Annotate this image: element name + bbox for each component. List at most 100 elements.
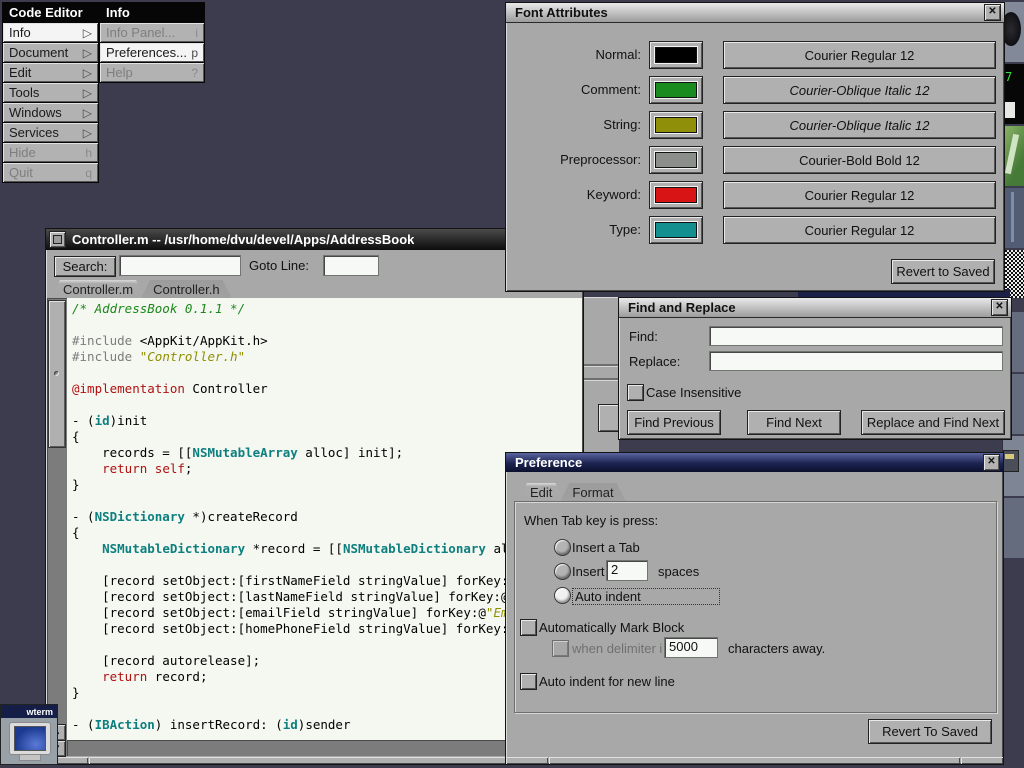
code-token-t: id xyxy=(95,413,110,428)
close-icon[interactable]: ✕ xyxy=(984,4,1001,21)
tab-controller-m[interactable]: Controller.m xyxy=(51,280,145,298)
resize-handle-left[interactable] xyxy=(506,757,548,764)
wterm-app-icon[interactable]: wterm xyxy=(0,704,58,765)
resize-handle-middle[interactable] xyxy=(549,757,960,764)
code-token-t: NSDictionary xyxy=(95,509,185,524)
code-token-n: [record setObject:[emailField stringValu… xyxy=(72,605,486,620)
color-swatch-button[interactable] xyxy=(649,76,703,104)
radio-auto-indent[interactable] xyxy=(554,587,571,604)
tab-edit[interactable]: Edit xyxy=(518,483,564,501)
font-select-button[interactable]: Courier-Oblique Italic 12 xyxy=(723,76,996,104)
menu-item-info[interactable]: Info▷ xyxy=(3,23,98,42)
dock-tile-machine[interactable] xyxy=(1002,436,1024,496)
resize-handle-right[interactable] xyxy=(961,757,1003,764)
code-token-k: return xyxy=(102,669,147,684)
spaces-count-input[interactable]: 2 xyxy=(606,560,648,581)
resize-handle-middle[interactable] xyxy=(89,757,540,764)
close-icon[interactable]: ✕ xyxy=(991,299,1008,316)
font-attr-label: String: xyxy=(516,117,641,132)
code-token-n: } xyxy=(72,477,80,492)
search-input[interactable] xyxy=(119,255,241,276)
goto-line-input[interactable] xyxy=(323,255,379,276)
font-select-button[interactable]: Courier-Bold Bold 12 xyxy=(723,146,996,174)
focus-ring: Auto indent xyxy=(572,588,720,605)
code-token-n xyxy=(72,669,102,684)
code-token-n: alloc] init]; xyxy=(298,445,403,460)
clock-digit: 7 xyxy=(1005,70,1012,84)
code-token-n: [record setObject:[lastNameField stringV… xyxy=(72,589,509,604)
font-select-button[interactable]: Courier Regular 12 xyxy=(723,216,996,244)
menu-item-quit[interactable]: Quitq xyxy=(3,163,98,182)
menu-item-services[interactable]: Services▷ xyxy=(3,123,98,142)
dock-tile-plain[interactable] xyxy=(1002,498,1024,558)
code-line: #include <AppKit/AppKit.h> xyxy=(72,333,582,349)
editor-tab-bar: Controller.mController.h xyxy=(51,280,228,298)
color-swatch-button[interactable] xyxy=(649,181,703,209)
menu-accelerator: p xyxy=(191,46,198,60)
case-insensitive-checkbox[interactable] xyxy=(627,384,644,401)
font-attributes-window: Font Attributes ✕ Normal:Courier Regular… xyxy=(505,2,1005,292)
auto-indent-newline-checkbox[interactable] xyxy=(520,673,537,690)
menu-item-label: Tools xyxy=(9,85,39,100)
editor-resize-bar[interactable] xyxy=(46,757,583,764)
dock-tile-streak[interactable] xyxy=(1002,188,1024,248)
color-swatch-button[interactable] xyxy=(649,111,703,139)
submenu-item-preferences[interactable]: Preferences...p xyxy=(100,43,204,62)
preference-titlebar[interactable]: Preference ✕ xyxy=(506,453,1003,472)
code-token-n: - ( xyxy=(72,509,95,524)
preference-tab-bar: EditFormat xyxy=(518,483,622,501)
replace-label: Replace: xyxy=(629,354,680,369)
code-token-s: "Controller.h" xyxy=(140,349,245,364)
font-select-button[interactable]: Courier-Oblique Italic 12 xyxy=(723,111,996,139)
vertical-scrollbar[interactable]: ▲ ▼ xyxy=(47,298,67,756)
scrollbar-thumb[interactable] xyxy=(48,300,66,448)
color-swatch-button[interactable] xyxy=(649,146,703,174)
find-previous-button[interactable]: Find Previous xyxy=(627,410,721,435)
menu-item-edit[interactable]: Edit▷ xyxy=(3,63,98,82)
editor-titlebar[interactable]: Controller.m -- /usr/home/dvu/devel/Apps… xyxy=(46,229,583,250)
miniaturize-button[interactable] xyxy=(49,231,66,248)
radio-insert-a-tab[interactable] xyxy=(554,539,571,556)
menu-item-document[interactable]: Document▷ xyxy=(3,43,98,62)
close-icon[interactable]: ✕ xyxy=(983,454,1000,471)
revert-to-saved-button[interactable]: Revert To Saved xyxy=(868,719,992,744)
tab-controller-h[interactable]: Controller.h xyxy=(141,280,231,298)
color-swatch-button[interactable] xyxy=(649,216,703,244)
find-replace-titlebar[interactable]: Find and Replace ✕ xyxy=(619,298,1011,318)
menu-accelerator: h xyxy=(85,146,92,160)
hidden-window-divider xyxy=(582,364,619,366)
delimiter-input[interactable]: 5000 xyxy=(664,637,718,658)
dock-tile-orb[interactable] xyxy=(1002,2,1024,62)
dock-tile-clock[interactable]: 7 xyxy=(1002,64,1024,124)
menu-item-hide[interactable]: Hideh xyxy=(3,143,98,162)
replace-input[interactable] xyxy=(709,351,1003,371)
submenu-item-info-panel[interactable]: Info Panel...i xyxy=(100,23,204,42)
revert-to-saved-button[interactable]: Revert to Saved xyxy=(891,259,995,284)
menu-item-windows[interactable]: Windows▷ xyxy=(3,103,98,122)
preference-resize-bar[interactable] xyxy=(506,757,1003,764)
find-next-button[interactable]: Find Next xyxy=(747,410,841,435)
main-menu-title[interactable]: Code Editor xyxy=(3,3,98,22)
info-submenu-title[interactable]: Info xyxy=(100,3,204,22)
submenu-arrow-icon: ▷ xyxy=(83,26,92,40)
radio-insert[interactable] xyxy=(554,563,571,580)
find-input[interactable] xyxy=(709,326,1003,346)
color-swatch xyxy=(655,47,697,63)
font-select-button[interactable]: Courier Regular 12 xyxy=(723,181,996,209)
code-token-n: *)createRecord xyxy=(185,509,298,524)
mark-block-checkbox[interactable] xyxy=(520,619,537,636)
menu-item-tools[interactable]: Tools▷ xyxy=(3,83,98,102)
delimiter-checkbox[interactable] xyxy=(552,640,569,657)
search-button[interactable]: Search: xyxy=(54,256,116,277)
tab-format[interactable]: Format xyxy=(560,483,625,501)
code-token-n: records = [[ xyxy=(72,445,192,460)
code-token-n xyxy=(72,461,102,476)
menu-item-label: Document xyxy=(9,45,68,60)
submenu-item-help[interactable]: Help? xyxy=(100,63,204,82)
dock-tile-green[interactable] xyxy=(1002,126,1024,186)
replace-and-find-next-button[interactable]: Replace and Find Next xyxy=(861,410,1005,435)
font-attributes-titlebar[interactable]: Font Attributes ✕ xyxy=(506,3,1004,23)
color-swatch-button[interactable] xyxy=(649,41,703,69)
font-select-button[interactable]: Courier Regular 12 xyxy=(723,41,996,69)
radio-label: Auto indent xyxy=(572,588,720,605)
